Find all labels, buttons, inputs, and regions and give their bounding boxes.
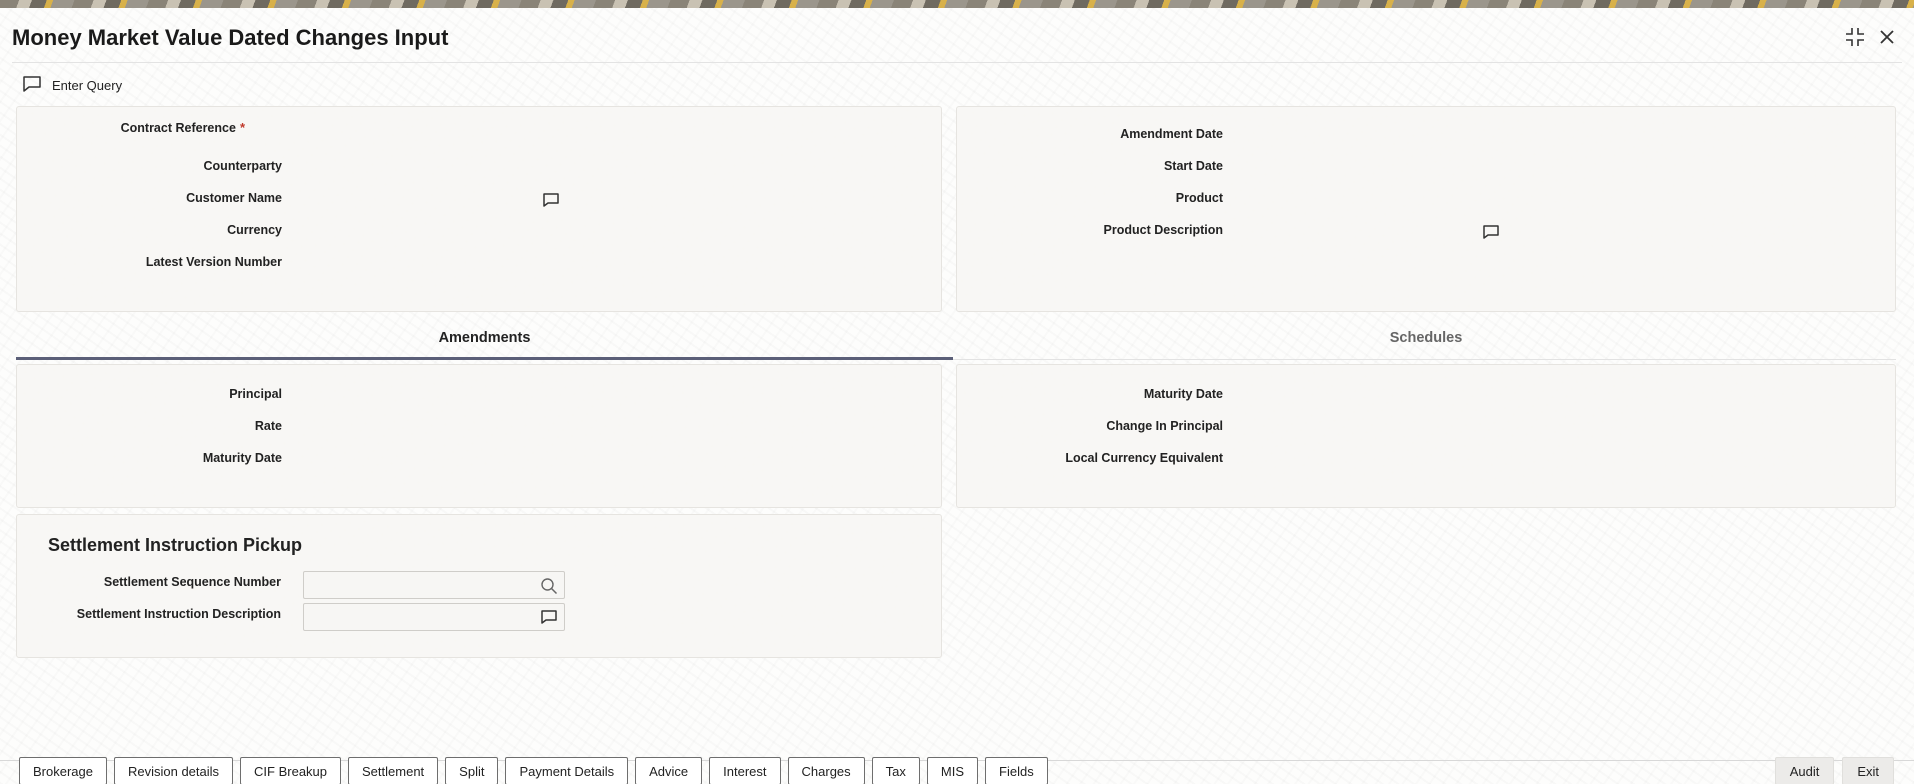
footer-button-mis[interactable]: MIS: [926, 757, 979, 784]
amendment-date-field[interactable]: [1244, 123, 1506, 151]
footer-button-fields[interactable]: Fields: [985, 757, 1048, 784]
principal-label: Principal: [229, 387, 282, 401]
local-currency-equivalent-field[interactable]: [1244, 447, 1506, 475]
footer-button-bar: Brokerage Revision details CIF Breakup Sett…: [19, 757, 1048, 784]
contract-reference-field[interactable]: [304, 123, 566, 151]
speech-bubble-icon: [22, 75, 42, 96]
product-label: Product: [1175, 191, 1223, 205]
compress-icon[interactable]: [1844, 26, 1866, 48]
tab-amendments[interactable]: Amendments: [16, 330, 953, 346]
amendment-date-label: Amendment Date: [1120, 127, 1223, 141]
customer-name-field[interactable]: [304, 187, 566, 215]
product-description-field[interactable]: [1244, 219, 1506, 247]
close-icon[interactable]: [1876, 26, 1898, 48]
latest-version-number-label: Latest Version Number: [145, 255, 282, 269]
speech-bubble-icon[interactable]: [540, 609, 558, 625]
settlement-sequence-number-field[interactable]: [303, 571, 565, 599]
top-banner-strip: [0, 0, 1914, 8]
window-controls: [1844, 26, 1898, 48]
active-tab-indicator: [16, 357, 953, 360]
footer-button-settlement[interactable]: Settlement: [348, 757, 439, 784]
maturity-date-right-label: Maturity Date: [1143, 387, 1223, 401]
settlement-instruction-description-field[interactable]: [303, 603, 565, 631]
principal-field[interactable]: [304, 383, 566, 411]
footer-button-payment-details[interactable]: Payment Details: [505, 757, 629, 784]
enter-query-label: Enter Query: [52, 78, 123, 93]
contract-reference-label: Contract Reference: [120, 121, 236, 135]
page: Money Market Value Dated Changes Input E…: [0, 8, 1914, 784]
contract-reference-row: Contract Reference *: [17, 120, 245, 135]
amendments-left-panel: Principal Rate Maturity Date: [16, 364, 942, 508]
settlement-section-title: Settlement Instruction Pickup: [48, 535, 303, 555]
footer-button-split[interactable]: Split: [445, 757, 499, 784]
maturity-date-right-field[interactable]: [1244, 383, 1506, 411]
required-marker: *: [239, 120, 245, 135]
customer-name-label: Customer Name: [186, 191, 282, 205]
maturity-date-label: Maturity Date: [202, 451, 282, 465]
rate-label: Rate: [254, 419, 282, 433]
change-in-principal-label: Change In Principal: [1106, 419, 1223, 433]
page-title: Money Market Value Dated Changes Input: [12, 25, 449, 50]
enter-query-button[interactable]: Enter Query: [22, 75, 122, 96]
currency-field[interactable]: [304, 219, 566, 247]
maturity-date-field[interactable]: [304, 447, 566, 475]
footer-button-cif-breakup[interactable]: CIF Breakup: [240, 757, 342, 784]
footer-right-buttons: Audit Exit: [1774, 757, 1894, 784]
footer-button-interest[interactable]: Interest: [709, 757, 781, 784]
tab-schedules[interactable]: Schedules: [956, 330, 1896, 346]
product-description-label: Product Description: [1103, 223, 1223, 237]
product-field[interactable]: [1244, 187, 1506, 215]
counterparty-label: Counterparty: [203, 159, 282, 173]
header-left-panel: Contract Reference * Counterparty Custome…: [16, 106, 942, 312]
start-date-label: Start Date: [1163, 159, 1223, 173]
footer-button-tax[interactable]: Tax: [871, 757, 920, 784]
counterparty-field[interactable]: [304, 155, 566, 183]
currency-label: Currency: [227, 223, 282, 237]
change-in-principal-field[interactable]: [1244, 415, 1506, 443]
settlement-sequence-number-label: Settlement Sequence Number: [103, 575, 281, 589]
local-currency-equivalent-label: Local Currency Equivalent: [1065, 451, 1223, 465]
rate-field[interactable]: [304, 415, 566, 443]
title-divider: [12, 62, 1902, 63]
search-icon[interactable]: [540, 577, 558, 595]
exit-button[interactable]: Exit: [1842, 757, 1894, 784]
footer-button-charges[interactable]: Charges: [787, 757, 865, 784]
speech-bubble-icon[interactable]: [542, 192, 560, 208]
start-date-field[interactable]: [1244, 155, 1506, 183]
footer-button-advice[interactable]: Advice: [635, 757, 703, 784]
header-right-panel: Amendment Date Start Date Product Produc…: [956, 106, 1896, 312]
footer-button-brokerage[interactable]: Brokerage: [19, 757, 107, 784]
settlement-instruction-description-label: Settlement Instruction Description: [76, 607, 281, 621]
latest-version-number-field[interactable]: [304, 251, 566, 279]
amendments-right-panel: Maturity Date Change In Principal Local …: [956, 364, 1896, 508]
footer-button-revision-details[interactable]: Revision details: [113, 757, 234, 784]
audit-button[interactable]: Audit: [1774, 757, 1835, 784]
speech-bubble-icon[interactable]: [1482, 224, 1500, 240]
